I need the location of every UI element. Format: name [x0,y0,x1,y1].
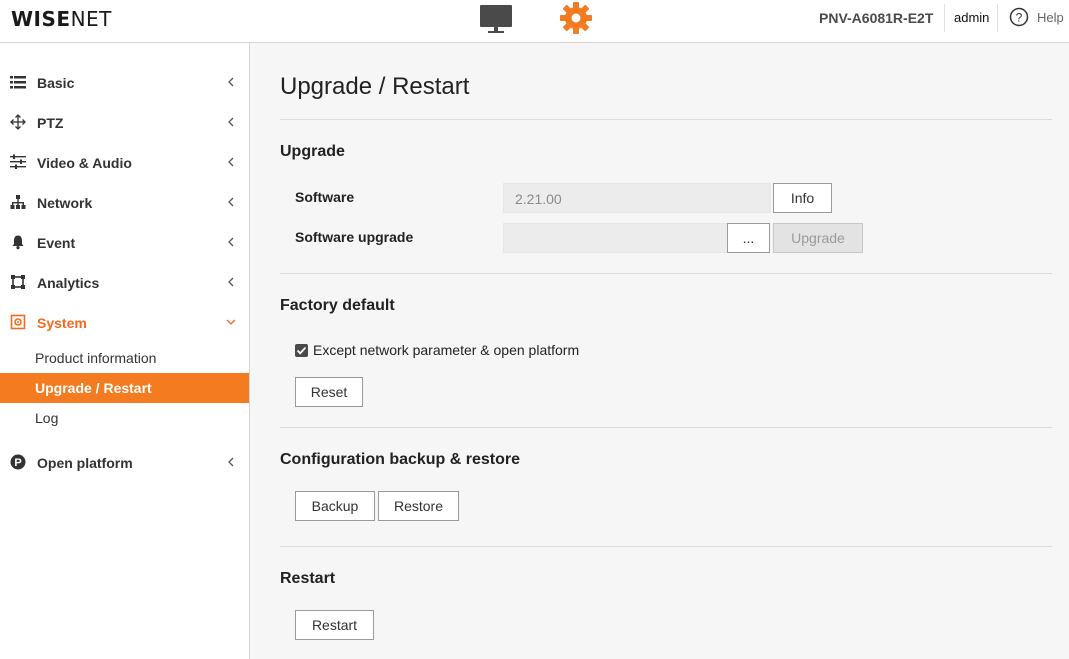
backup-button[interactable]: Backup [295,491,375,521]
sidebar-item-label: Analytics [37,275,100,291]
chevron-left-icon [228,277,234,287]
sidebar-item-label: Network [37,195,93,211]
info-button[interactable]: Info [773,183,832,213]
monitor-icon[interactable] [479,3,513,35]
platform-p-icon: P [10,454,26,470]
divider [280,273,1052,274]
browse-file-button[interactable]: ... [727,223,770,253]
restart-button[interactable]: Restart [295,610,374,640]
chevron-left-icon [228,77,234,87]
section-title-restart: Restart [280,570,336,587]
sidebar-subitem-label: Product information [35,350,157,366]
divider [280,427,1052,428]
chevron-down-icon [226,319,236,325]
reset-button[interactable]: Reset [295,377,363,407]
logo-bold-text: WISE [11,7,71,31]
sidebar-item-open-platform[interactable]: P Open platform [0,443,249,483]
chevron-left-icon [228,117,234,127]
logo-light-text: NET [70,7,112,31]
divider [280,546,1052,547]
analytics-icon [11,275,25,289]
svg-text:P: P [14,457,21,469]
sidebar-item-system[interactable]: System [0,303,249,343]
main-content: Upgrade / Restart Upgrade Software 2.21.… [250,43,1069,659]
sidebar-item-analytics[interactable]: Analytics [0,263,249,303]
sidebar-item-label: Video & Audio [37,155,132,171]
bell-icon [12,235,24,250]
help-link[interactable]: Help [1037,10,1064,25]
move-arrows-icon [10,114,26,130]
sidebar-subitem-upgrade-restart[interactable]: Upgrade / Restart [0,373,249,403]
gear-icon[interactable] [559,1,593,35]
header-separator [944,4,945,32]
sidebar-item-network[interactable]: Network [0,183,249,223]
top-header: WISENET PNV-A6081R-E2T admin ? Help [0,0,1069,43]
network-icon [10,195,26,209]
sidebar: Basic PTZ Video & Audio Network Event An… [0,43,250,659]
sidebar-item-basic[interactable]: Basic [0,63,249,103]
wisenet-logo[interactable]: WISENET [11,7,112,31]
sidebar-item-video-audio[interactable]: Video & Audio [0,143,249,183]
chevron-left-icon [228,457,234,467]
user-name[interactable]: admin [954,10,989,25]
sidebar-item-label: System [37,315,87,331]
sidebar-subitem-product-information[interactable]: Product information [0,343,249,373]
except-network-checkbox[interactable] [295,344,308,357]
restore-button[interactable]: Restore [378,491,459,521]
sidebar-item-label: Event [37,235,76,251]
sidebar-subitem-label: Upgrade / Restart [35,380,152,396]
section-title-factory-default: Factory default [280,297,395,314]
divider [280,119,1052,120]
sliders-icon [10,154,26,169]
software-upgrade-file-field[interactable] [503,223,728,253]
help-icon[interactable]: ? [1009,7,1029,27]
svg-text:?: ? [1016,11,1023,25]
software-upgrade-label: Software upgrade [295,229,414,245]
chevron-left-icon [228,197,234,207]
system-icon [10,314,26,330]
sidebar-item-label: Basic [37,75,75,91]
sidebar-item-event[interactable]: Event [0,223,249,263]
header-separator [997,4,998,32]
section-title-config-backup: Configuration backup & restore [280,451,521,468]
sidebar-item-ptz[interactable]: PTZ [0,103,249,143]
section-title-upgrade: Upgrade [280,143,345,160]
sidebar-subitem-label: Log [35,410,59,426]
upgrade-button[interactable]: Upgrade [773,223,863,253]
list-icon [10,76,26,89]
except-network-label[interactable]: Except network parameter & open platform [313,342,579,358]
software-version-field: 2.21.00 [503,183,771,213]
chevron-left-icon [228,237,234,247]
sidebar-item-label: PTZ [37,115,64,131]
device-model: PNV-A6081R-E2T [819,10,934,26]
page-title: Upgrade / Restart [280,73,470,100]
checkmark-icon [296,346,307,355]
sidebar-subitem-log[interactable]: Log [0,403,249,433]
sidebar-item-label: Open platform [37,455,133,471]
software-label: Software [295,189,355,205]
chevron-left-icon [228,157,234,167]
